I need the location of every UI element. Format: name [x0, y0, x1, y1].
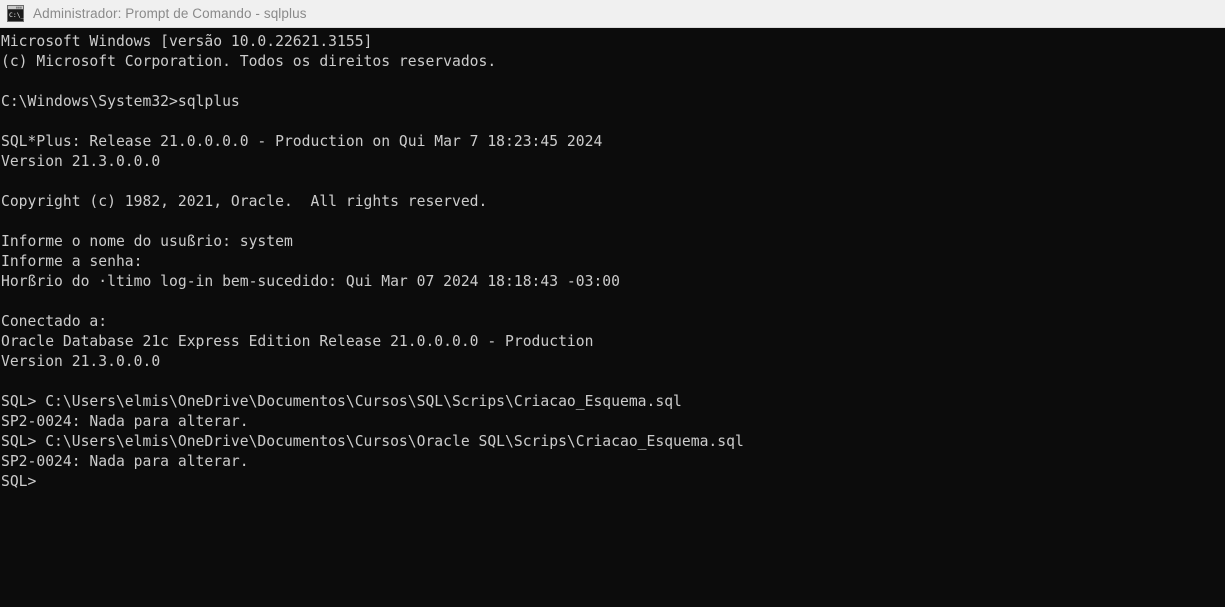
console-line: SP2-0024: Nada para alterar.: [1, 413, 249, 430]
svg-text:C:\_: C:\_: [9, 11, 24, 19]
console-line: SQL> C:\Users\elmis\OneDrive\Documentos\…: [1, 393, 682, 410]
console-line: SQL>: [1, 473, 37, 490]
console-output[interactable]: Microsoft Windows [versão 10.0.22621.315…: [0, 28, 1225, 607]
console-line: Informe o nome do usußrio: system: [1, 233, 293, 250]
console-line: Oracle Database 21c Express Edition Rele…: [1, 333, 594, 350]
console-line: C:\Windows\System32>sqlplus: [1, 93, 240, 110]
console-line: (c) Microsoft Corporation. Todos os dire…: [1, 53, 497, 70]
console-line: SQL> C:\Users\elmis\OneDrive\Documentos\…: [1, 433, 744, 450]
console-line: Copyright (c) 1982, 2021, Oracle. All ri…: [1, 193, 488, 210]
window-titlebar[interactable]: C:\_ Administrador: Prompt de Comando - …: [0, 0, 1225, 28]
window-title: Administrador: Prompt de Comando - sqlpl…: [33, 6, 307, 21]
console-line: Horßrio do ·ltimo log-in bem-sucedido: Q…: [1, 273, 620, 290]
command-prompt-window: C:\_ Administrador: Prompt de Comando - …: [0, 0, 1225, 607]
console-window-icon: C:\_: [7, 5, 25, 22]
console-line: SQL*Plus: Release 21.0.0.0.0 - Productio…: [1, 133, 603, 150]
console-line: Version 21.3.0.0.0: [1, 153, 161, 170]
console-line: Informe a senha:: [1, 253, 143, 270]
console-line: Microsoft Windows [versão 10.0.22621.315…: [1, 33, 373, 50]
console-line: Version 21.3.0.0.0: [1, 353, 161, 370]
console-line: SP2-0024: Nada para alterar.: [1, 453, 249, 470]
console-line: Conectado a:: [1, 313, 108, 330]
